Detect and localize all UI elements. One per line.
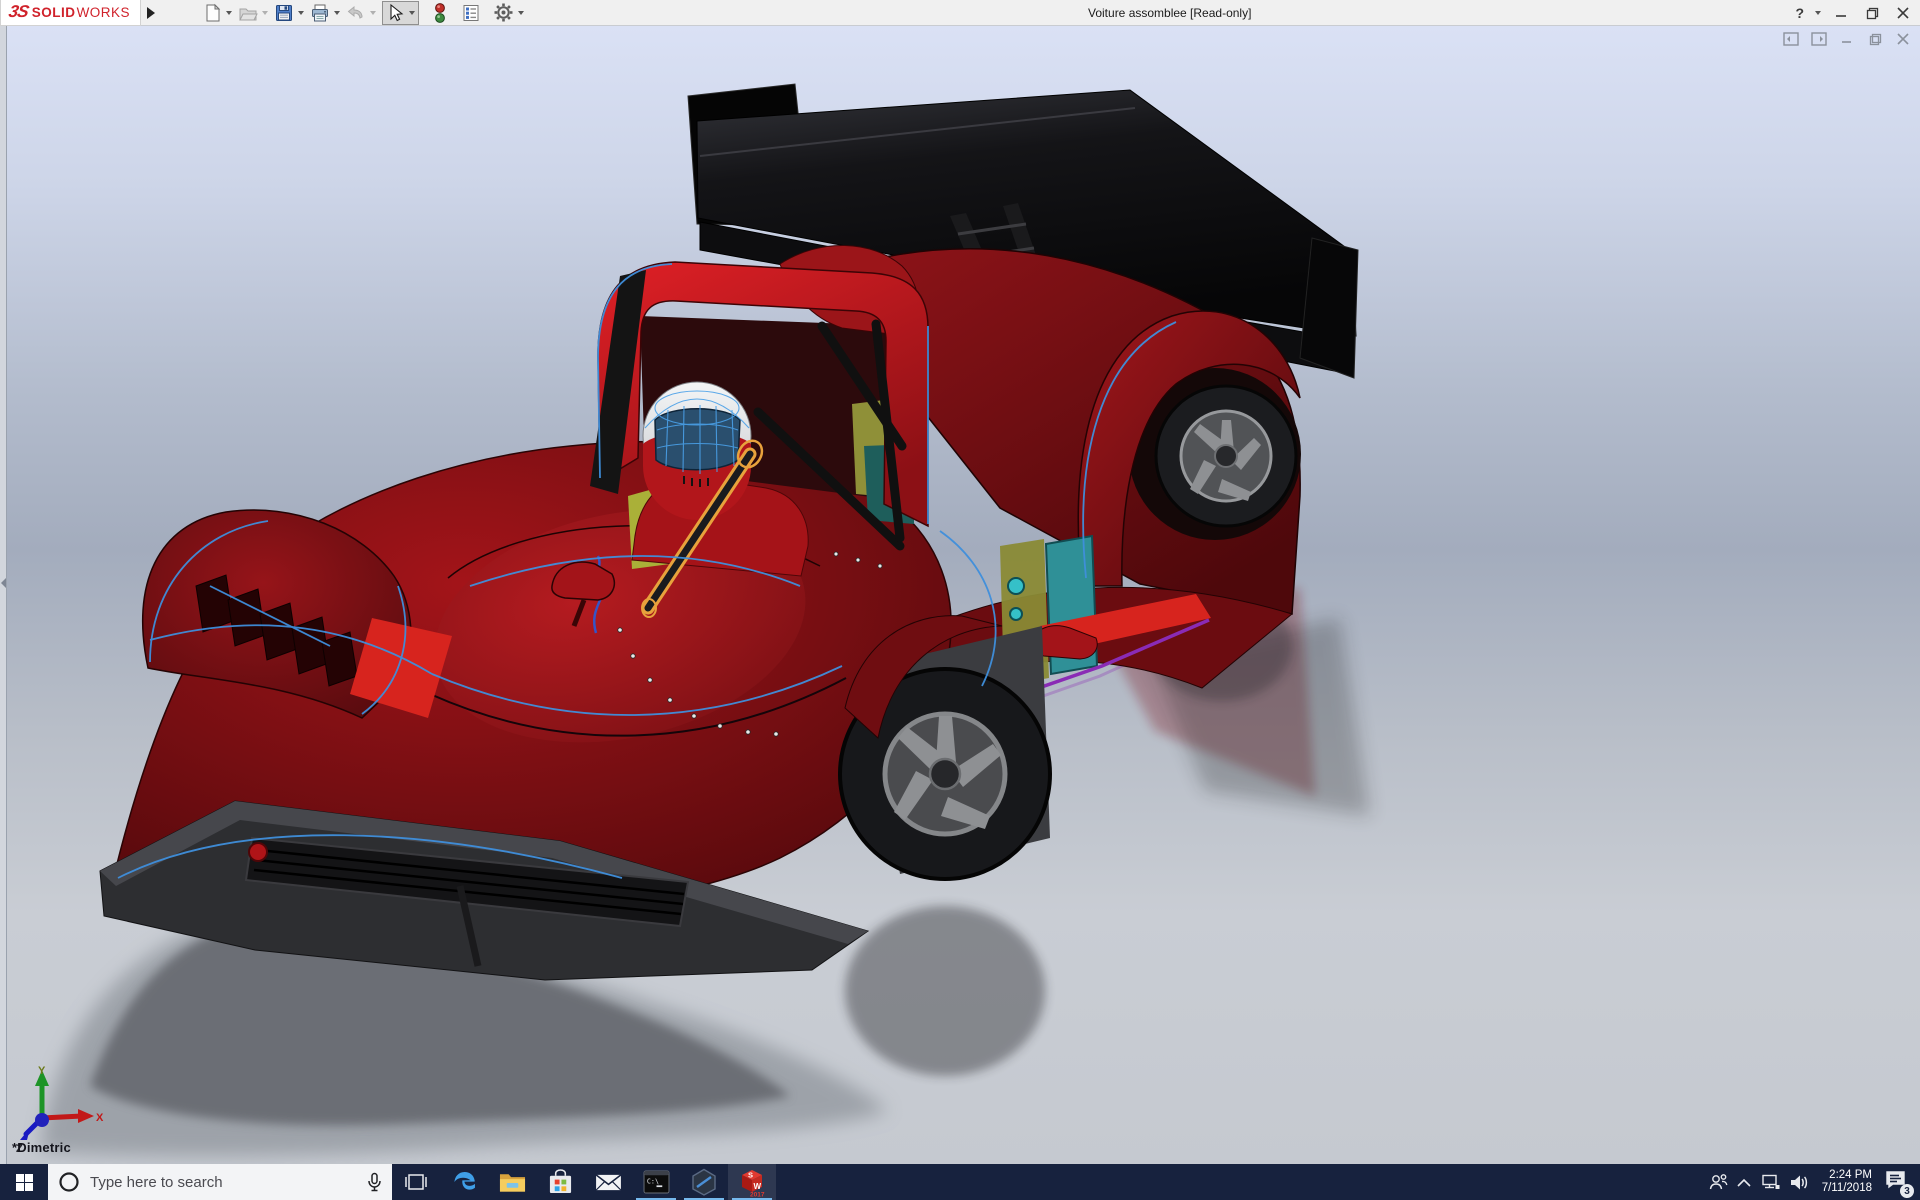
graphics-area[interactable]: Y X Z *Dimetric	[0, 26, 1920, 1164]
quick-access-toolbar	[201, 0, 526, 25]
view-orientation-label: *Dimetric	[12, 1140, 71, 1155]
search-input[interactable]	[90, 1173, 357, 1191]
start-button[interactable]	[0, 1164, 48, 1200]
open-dropdown-icon[interactable]	[262, 10, 269, 15]
open-button[interactable]	[236, 2, 270, 24]
right-front-wheel[interactable]	[838, 615, 1052, 881]
solidworks-logo[interactable]: 3S SOLID WORKS	[0, 0, 142, 26]
volume-icon[interactable]	[1789, 1174, 1809, 1191]
action-center-button[interactable]: 3	[1885, 1170, 1914, 1198]
solidworks-logo-glyph: 3S	[7, 2, 30, 21]
taskbar-icon-microsoft-store[interactable]	[536, 1164, 584, 1200]
window-controls: ?	[1795, 0, 1914, 26]
collapse-pane-arrow-icon[interactable]	[1, 578, 6, 588]
taskbar-icon-solidworks-2017[interactable]: S W 2017	[728, 1164, 776, 1200]
doc-close-button[interactable]	[1894, 31, 1912, 47]
print-dropdown-icon[interactable]	[334, 10, 341, 15]
clock-time: 2:24 PM	[1829, 1169, 1872, 1181]
doc-restore-button[interactable]	[1866, 31, 1884, 47]
undo-dropdown-icon[interactable]	[370, 10, 377, 15]
print-button[interactable]	[308, 2, 342, 24]
close-button[interactable]	[1892, 3, 1914, 23]
driver-helmet	[642, 381, 752, 520]
taskbar-icon-hexagon-app[interactable]	[680, 1164, 728, 1200]
restore-button[interactable]	[1861, 3, 1883, 23]
help-button[interactable]: ?	[1795, 5, 1804, 21]
toggle-left-pane-button[interactable]	[1782, 31, 1800, 47]
taskbar-search[interactable]	[48, 1164, 392, 1200]
select-tool-button[interactable]	[382, 0, 420, 25]
new-document-dropdown-icon[interactable]	[226, 10, 233, 15]
people-icon[interactable]	[1708, 1173, 1728, 1191]
titlebar: 3S SOLID WORKS Voiture assomblee [Read-o…	[0, 0, 1920, 26]
notification-badge: 3	[1900, 1184, 1914, 1198]
tow-hook	[248, 842, 268, 862]
brand-solid: SOLID	[31, 4, 76, 20]
cmd-prompt-label: C:\	[646, 1177, 658, 1185]
taskbar-icon-command-prompt[interactable]: C:\	[632, 1164, 680, 1200]
help-dropdown-icon[interactable]	[1815, 11, 1821, 15]
minimize-button[interactable]	[1830, 3, 1852, 23]
triad-x-label: X	[96, 1112, 104, 1124]
save-button[interactable]	[272, 2, 306, 24]
doc-minimize-button[interactable]	[1838, 31, 1856, 47]
window-title: Voiture assomblee [Read-only]	[1088, 6, 1252, 20]
taskbar-icon-mail[interactable]	[584, 1164, 632, 1200]
select-dropdown-icon[interactable]	[409, 10, 416, 15]
feature-tree-splitter[interactable]	[0, 26, 7, 1164]
triad-y-label: Y	[38, 1065, 46, 1077]
options-button[interactable]	[491, 1, 526, 24]
sw-icon-year: 2017	[750, 1192, 765, 1198]
system-tray: 2:24 PM 7/11/2018 3	[1708, 1164, 1920, 1200]
taskbar-icon-file-explorer[interactable]	[488, 1164, 536, 1200]
right-rear-wheel[interactable]	[1154, 384, 1298, 528]
new-document-button[interactable]	[201, 2, 234, 24]
microphone-icon[interactable]	[367, 1172, 382, 1193]
sw-icon-letter-s: S	[748, 1171, 753, 1180]
taskbar: C:\ S W 2017 2:24 PM 7/11	[0, 1164, 1920, 1200]
task-view-button[interactable]	[392, 1164, 440, 1200]
options-dropdown-icon[interactable]	[518, 10, 525, 15]
document-window-controls	[1782, 31, 1912, 47]
taskbar-icon-edge[interactable]	[440, 1164, 488, 1200]
rebuild-button[interactable]	[431, 1, 449, 25]
hidden-icons-chevron-icon[interactable]	[1737, 1178, 1751, 1187]
menu-flyout-arrow-icon[interactable]	[143, 3, 159, 23]
sw-icon-letter-w: W	[754, 1182, 762, 1191]
toggle-right-pane-button[interactable]	[1810, 31, 1828, 47]
file-properties-button[interactable]	[459, 2, 483, 24]
network-icon[interactable]	[1760, 1174, 1780, 1191]
taskbar-clock[interactable]: 2:24 PM 7/11/2018	[1818, 1169, 1876, 1195]
cortana-icon	[59, 1172, 79, 1192]
brand-works: WORKS	[76, 4, 131, 20]
3d-model-scene[interactable]	[0, 26, 1920, 1164]
save-dropdown-icon[interactable]	[298, 10, 305, 15]
undo-button[interactable]	[344, 2, 378, 24]
clock-date: 7/11/2018	[1821, 1182, 1872, 1194]
